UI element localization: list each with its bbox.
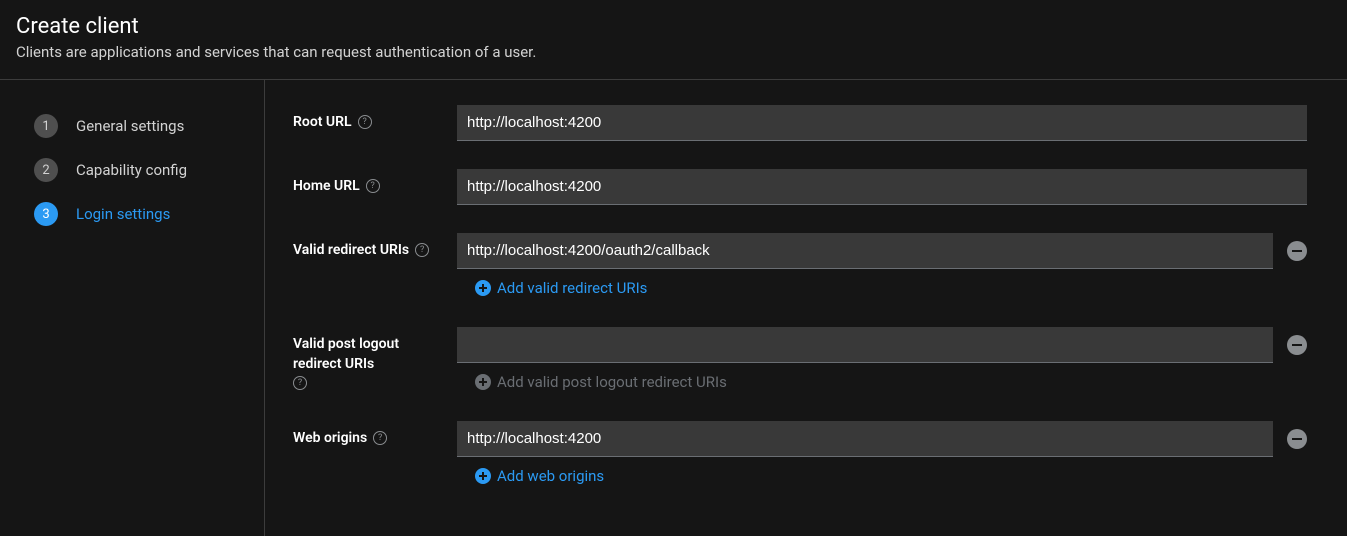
plus-circle-icon bbox=[475, 280, 491, 296]
wizard-step-capability-config[interactable]: 2 Capability config bbox=[34, 148, 248, 192]
label-wrap: Valid redirect URIs ? bbox=[293, 233, 457, 261]
add-redirect-uri-label: Add valid redirect URIs bbox=[497, 279, 647, 297]
label-wrap: Web origins ? bbox=[293, 421, 457, 449]
input-line bbox=[457, 421, 1307, 457]
add-post-logout-uri-button[interactable]: Add valid post logout redirect URIs bbox=[457, 363, 1307, 393]
step-number-badge: 2 bbox=[34, 158, 58, 182]
page-title: Create client bbox=[16, 14, 1331, 39]
help-icon[interactable]: ? bbox=[293, 376, 307, 390]
post-logout-uris-label: Valid post logout redirect URIs bbox=[293, 335, 437, 374]
page-header: Create client Clients are applications a… bbox=[0, 0, 1347, 80]
home-url-input[interactable] bbox=[457, 169, 1307, 205]
form-row-post-logout-uris: Valid post logout redirect URIs ? Add va… bbox=[293, 327, 1307, 393]
add-web-origin-button[interactable]: Add web origins bbox=[457, 457, 1307, 487]
add-web-origin-label: Add web origins bbox=[497, 467, 604, 485]
input-area bbox=[457, 105, 1307, 141]
step-label: Login settings bbox=[76, 205, 170, 223]
form-row-web-origins: Web origins ? Add web origins bbox=[293, 421, 1307, 487]
input-area: Add valid redirect URIs bbox=[457, 233, 1307, 299]
plus-circle-icon bbox=[475, 468, 491, 484]
form-row-root-url: Root URL ? bbox=[293, 105, 1307, 141]
input-area bbox=[457, 169, 1307, 205]
redirect-uris-label: Valid redirect URIs bbox=[293, 241, 409, 261]
remove-web-origin-button[interactable] bbox=[1287, 429, 1307, 449]
form-row-redirect-uris: Valid redirect URIs ? Add valid redirect… bbox=[293, 233, 1307, 299]
input-line bbox=[457, 169, 1307, 205]
label-multiline: Valid post logout redirect URIs ? bbox=[293, 335, 443, 390]
input-area: Add valid post logout redirect URIs bbox=[457, 327, 1307, 393]
web-origin-input[interactable] bbox=[457, 421, 1273, 457]
step-label: General settings bbox=[76, 117, 184, 135]
help-icon[interactable]: ? bbox=[366, 179, 380, 193]
label-wrap: Home URL ? bbox=[293, 169, 457, 197]
input-line bbox=[457, 327, 1307, 363]
help-icon[interactable]: ? bbox=[415, 243, 429, 257]
post-logout-uri-input[interactable] bbox=[457, 327, 1273, 363]
root-url-input[interactable] bbox=[457, 105, 1307, 141]
help-icon[interactable]: ? bbox=[373, 431, 387, 445]
plus-circle-icon bbox=[475, 374, 491, 390]
web-origins-label: Web origins bbox=[293, 429, 367, 449]
root-url-label: Root URL bbox=[293, 113, 352, 133]
home-url-label: Home URL bbox=[293, 177, 360, 197]
remove-redirect-uri-button[interactable] bbox=[1287, 241, 1307, 261]
form-area: Root URL ? Home URL ? bbox=[265, 80, 1347, 536]
form-row-home-url: Home URL ? bbox=[293, 169, 1307, 205]
label-wrap: Valid post logout redirect URIs ? bbox=[293, 327, 457, 390]
wizard-steps-sidebar: 1 General settings 2 Capability config 3… bbox=[0, 80, 265, 536]
help-icon[interactable]: ? bbox=[358, 115, 372, 129]
step-label: Capability config bbox=[76, 161, 187, 179]
wizard-step-login-settings[interactable]: 3 Login settings bbox=[34, 192, 248, 236]
step-number-badge: 3 bbox=[34, 202, 58, 226]
redirect-uri-input[interactable] bbox=[457, 233, 1273, 269]
input-line bbox=[457, 233, 1307, 269]
input-area: Add web origins bbox=[457, 421, 1307, 487]
input-line bbox=[457, 105, 1307, 141]
content-area: 1 General settings 2 Capability config 3… bbox=[0, 80, 1347, 536]
remove-post-logout-uri-button[interactable] bbox=[1287, 335, 1307, 355]
add-post-logout-uri-label: Add valid post logout redirect URIs bbox=[497, 373, 727, 391]
step-number-badge: 1 bbox=[34, 114, 58, 138]
add-redirect-uri-button[interactable]: Add valid redirect URIs bbox=[457, 269, 1307, 299]
label-wrap: Root URL ? bbox=[293, 105, 457, 133]
wizard-step-general-settings[interactable]: 1 General settings bbox=[34, 104, 248, 148]
page-subtitle: Clients are applications and services th… bbox=[16, 43, 1331, 61]
